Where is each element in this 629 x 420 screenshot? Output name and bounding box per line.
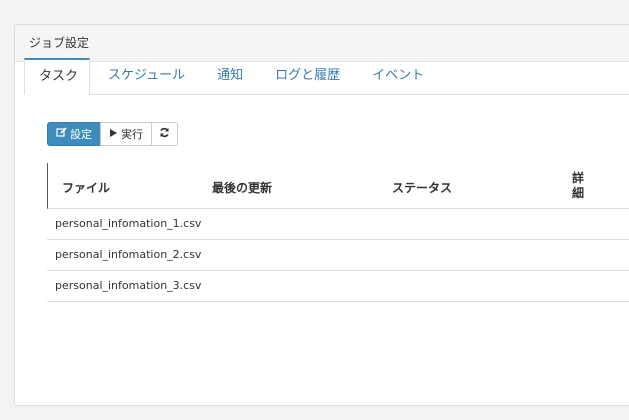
panel-title: ジョブ設定 [15,25,629,62]
run-button[interactable]: 実行 [100,122,152,146]
tab-task[interactable]: タスク [24,58,90,95]
play-icon [109,128,118,141]
edit-icon [56,127,67,141]
tab-event[interactable]: イベント [358,58,438,93]
settings-label: 設定 [70,128,92,141]
run-label: 実行 [121,128,143,141]
tab-logs-history[interactable]: ログと履歴 [261,58,354,93]
table-row[interactable]: personal_infomation_3.csv [47,271,629,302]
table-row[interactable]: personal_infomation_1.csv [47,209,629,240]
column-header-status[interactable]: ステータス [392,179,452,196]
tab-bar: タスク スケジュール 通知 ログと履歴 イベント [24,58,629,95]
column-header-file[interactable]: ファイル [62,179,110,196]
settings-button[interactable]: 設定 [47,122,101,146]
tab-schedule[interactable]: スケジュール [94,58,199,93]
file-name: personal_infomation_1.csv [55,217,202,230]
file-name: personal_infomation_2.csv [55,248,202,261]
table-header: ファイル 最後の更新 ステータス 詳細 [47,163,629,209]
table-row[interactable]: personal_infomation_2.csv [47,240,629,271]
column-header-details[interactable]: 詳細 [572,171,584,201]
file-name: personal_infomation_3.csv [55,279,202,292]
tab-notification[interactable]: 通知 [203,58,257,93]
column-header-last-updated[interactable]: 最後の更新 [212,179,272,196]
refresh-icon [159,127,170,141]
file-table: ファイル 最後の更新 ステータス 詳細 personal_infomation_… [47,163,629,302]
refresh-button[interactable] [151,122,178,146]
task-toolbar: 設定 実行 [47,122,178,146]
